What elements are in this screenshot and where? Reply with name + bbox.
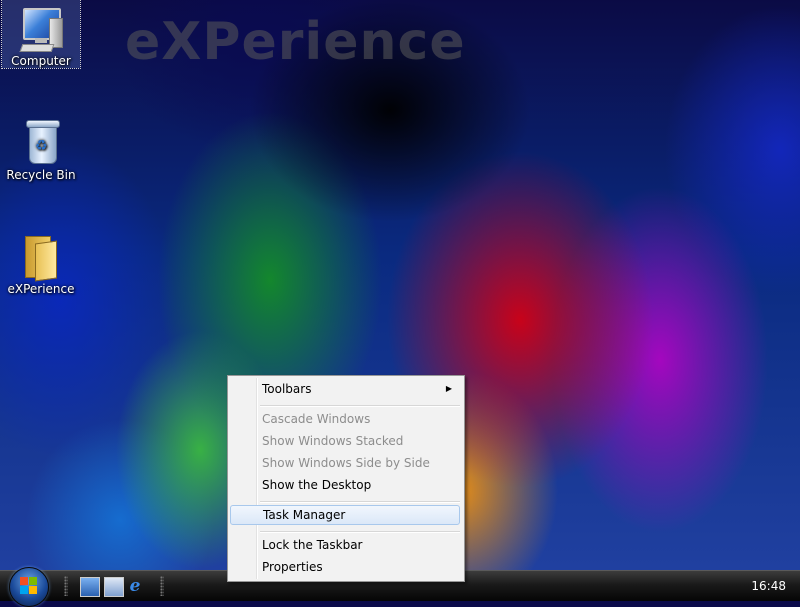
menu-item-label: Properties: [262, 560, 323, 574]
toolbar-grip[interactable]: [64, 576, 68, 596]
desktop-icon-label: Computer: [11, 54, 71, 68]
menu-separator: [260, 405, 460, 407]
menu-item-show-windows-stacked[interactable]: Show Windows Stacked: [230, 431, 460, 451]
menu-item-label: Show Windows Stacked: [262, 434, 404, 448]
menu-item-toolbars[interactable]: Toolbars ▶: [230, 379, 460, 399]
menu-item-label: Task Manager: [263, 508, 346, 522]
menu-item-label: Show the Desktop: [262, 478, 372, 492]
desktop-icon-label: eXPerience: [7, 282, 75, 296]
desktop-watermark: eXPerience: [125, 12, 466, 72]
submenu-arrow-icon: ▶: [445, 384, 452, 393]
taskbar-context-menu: Toolbars ▶ Cascade Windows Show Windows …: [227, 375, 465, 582]
show-desktop-icon[interactable]: [80, 577, 100, 597]
menu-separator: [260, 531, 460, 533]
switch-windows-icon[interactable]: [104, 577, 124, 597]
menu-item-show-windows-side-by-side[interactable]: Show Windows Side by Side: [230, 453, 460, 473]
start-button[interactable]: [9, 567, 49, 607]
desktop-icon-computer[interactable]: Computer: [1, 0, 81, 69]
menu-item-label: Show Windows Side by Side: [262, 456, 430, 470]
clock[interactable]: 16:48: [751, 579, 786, 593]
menu-item-lock-taskbar[interactable]: Lock the Taskbar: [230, 535, 460, 555]
desktop-icon-label: Recycle Bin: [6, 168, 76, 182]
desktop-icon-recycle-bin[interactable]: ♻ Recycle Bin: [2, 114, 80, 182]
menu-item-label: Cascade Windows: [262, 412, 371, 426]
recycle-bin-icon: ♻: [17, 118, 65, 166]
menu-item-properties[interactable]: Properties: [230, 557, 460, 577]
toolbar-grip[interactable]: [160, 576, 164, 596]
computer-icon: [17, 4, 65, 52]
folder-icon: [17, 232, 65, 282]
menu-item-label: Toolbars: [262, 382, 312, 396]
menu-item-label: Lock the Taskbar: [262, 538, 363, 552]
menu-item-show-desktop[interactable]: Show the Desktop: [230, 475, 460, 495]
menu-item-cascade-windows[interactable]: Cascade Windows: [230, 409, 460, 429]
windows-logo-icon: [20, 577, 38, 595]
menu-separator: [260, 501, 460, 503]
internet-explorer-icon[interactable]: e: [126, 577, 144, 595]
desktop-icon-experience-folder[interactable]: eXPerience: [2, 228, 80, 296]
menu-item-task-manager[interactable]: Task Manager: [230, 505, 460, 525]
